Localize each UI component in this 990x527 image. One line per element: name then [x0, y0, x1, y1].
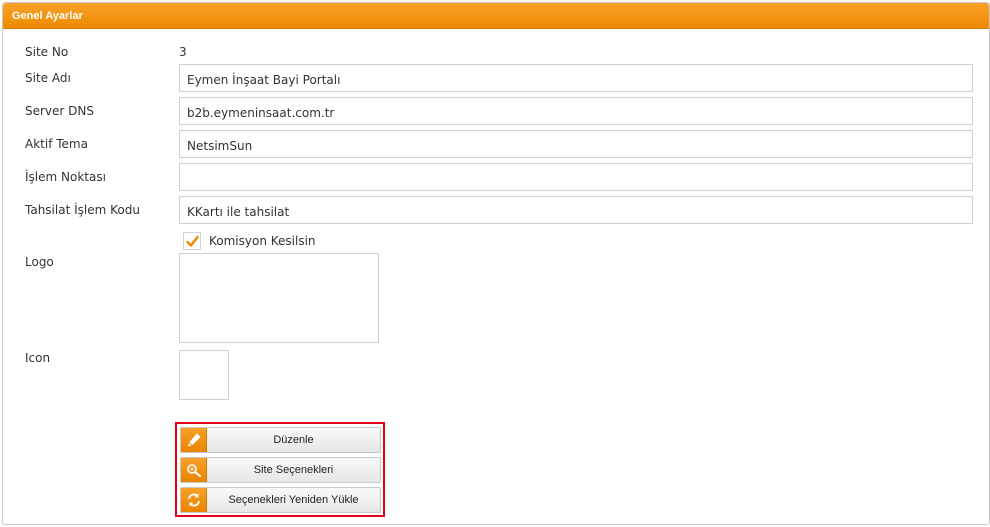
site-name-field[interactable]: Eymen İnşaat Bayi Portalı [179, 64, 973, 92]
edit-button-label: Düzenle [273, 434, 314, 446]
transaction-point-field[interactable] [179, 163, 973, 191]
panel-header: Genel Ayarlar [3, 3, 989, 29]
active-theme-label: Aktif Tema [25, 137, 88, 151]
refresh-icon [181, 488, 207, 512]
collection-code-field[interactable]: KKartı ile tahsilat [179, 196, 973, 224]
site-no-value: 3 [179, 45, 187, 59]
reload-options-button[interactable]: Seçenekleri Yeniden Yükle [180, 487, 381, 513]
server-dns-field[interactable]: b2b.eymeninsaat.com.tr [179, 97, 973, 125]
general-settings-panel: Genel Ayarlar Site No 3 Site Adı Eymen İ… [2, 2, 990, 525]
active-theme-field[interactable]: NetsimSun [179, 130, 973, 158]
server-dns-label: Server DNS [25, 104, 94, 118]
icon-label: Icon [25, 351, 51, 365]
logo-label: Logo [25, 255, 54, 269]
reload-options-button-label: Seçenekleri Yeniden Yükle [228, 494, 359, 506]
commission-label: Komisyon Kesilsin [209, 234, 316, 248]
commission-checkbox[interactable] [183, 232, 201, 250]
site-name-label: Site Adı [25, 71, 71, 85]
icon-upload-area[interactable] [179, 350, 229, 400]
transaction-point-label: İşlem Noktası [25, 170, 106, 184]
site-options-button-label: Site Seçenekleri [253, 464, 334, 476]
pencil-icon [181, 428, 207, 452]
panel-title: Genel Ayarlar [12, 10, 83, 22]
edit-button[interactable]: Düzenle [180, 427, 381, 453]
logo-upload-area[interactable] [179, 253, 379, 343]
action-buttons-group: Düzenle Site Seçenekleri Seçenekleri Yen… [175, 422, 385, 517]
site-options-button[interactable]: Site Seçenekleri [180, 457, 381, 483]
collection-code-label: Tahsilat İşlem Kodu [25, 203, 140, 217]
settings-search-icon [181, 458, 207, 482]
checkmark-icon [186, 235, 199, 247]
site-no-label: Site No [25, 45, 69, 59]
